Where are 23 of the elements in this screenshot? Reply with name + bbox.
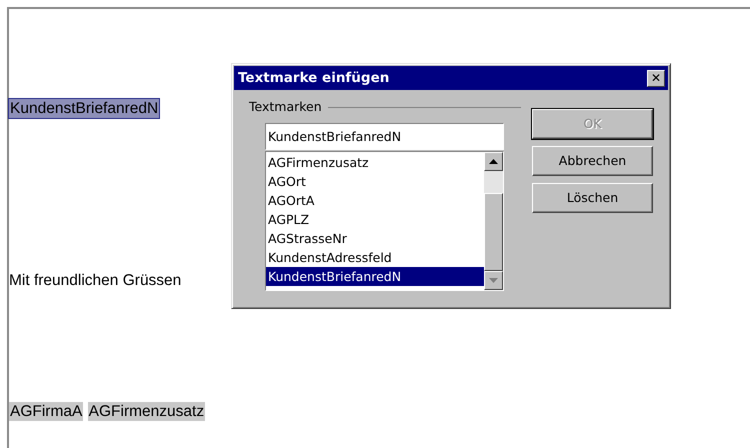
- list-item[interactable]: KundenstBriefanredN: [266, 266, 484, 286]
- dialog-title: Textmarke einfügen: [238, 68, 390, 88]
- scrollbar-thumb[interactable]: [484, 192, 503, 271]
- field-text: AGFirmenzusatz: [88, 402, 206, 420]
- field-text: AGFirmaA: [9, 402, 84, 420]
- list-item[interactable]: KundenstAdressfeld: [266, 248, 484, 267]
- field-text: KundenstBriefanredN: [9, 99, 160, 118]
- list-item[interactable]: AGFirmenzusatz: [266, 152, 484, 172]
- scroll-down-button[interactable]: [484, 270, 503, 290]
- list-item[interactable]: AGOrtA: [266, 190, 484, 210]
- list-item[interactable]: AGPLZ: [266, 210, 484, 229]
- list-item[interactable]: AGStrasseNr: [266, 228, 484, 248]
- close-button[interactable]: ✕: [647, 70, 665, 86]
- group-label: Textmarken: [249, 98, 322, 116]
- scroll-up-button[interactable]: [484, 152, 503, 171]
- down-arrow-icon: [489, 278, 498, 283]
- list-item[interactable]: AGOrt: [266, 172, 484, 191]
- up-arrow-icon: [489, 158, 498, 164]
- scrollbar[interactable]: [484, 152, 503, 290]
- bookmark-name-field[interactable]: KundenstBriefanredN: [265, 122, 504, 150]
- dialog-button[interactable]: Löschen: [532, 183, 653, 213]
- dialog-button[interactable]: Abbrechen: [532, 146, 653, 176]
- closing-text: Mit freundlichen Grüssen: [9, 272, 182, 290]
